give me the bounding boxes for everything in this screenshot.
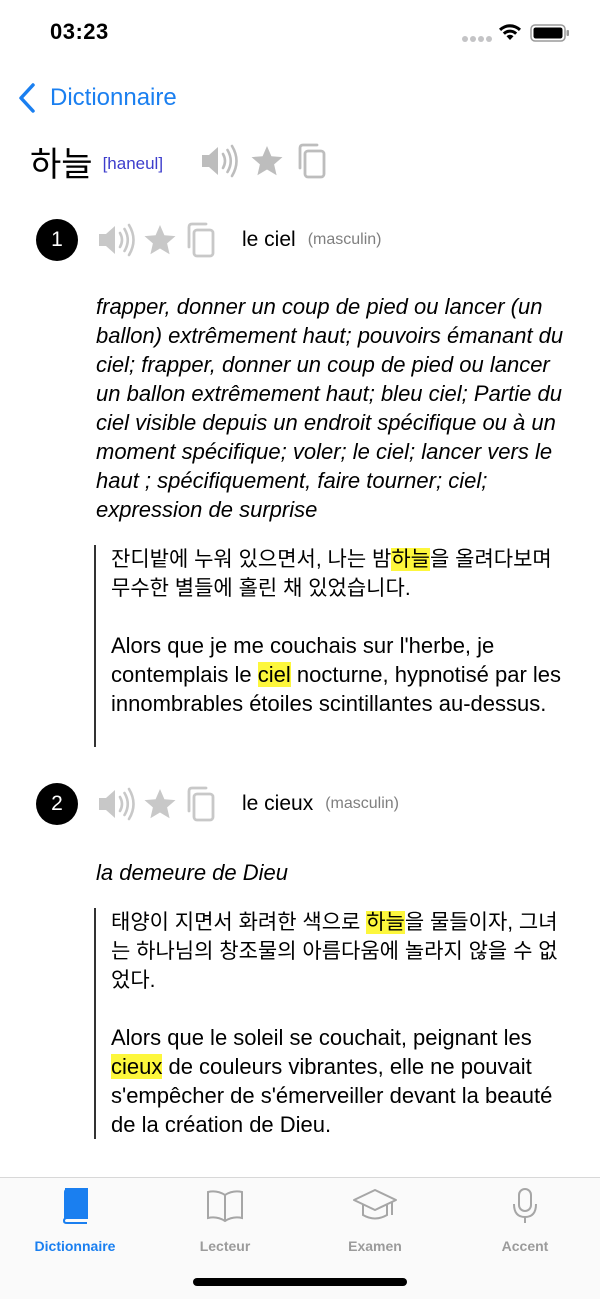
example-text: 태양이 지면서 화려한 색으로 (111, 911, 367, 934)
tab-examen[interactable]: Examen (300, 1186, 450, 1256)
status-bar: 03:23 (0, 0, 600, 66)
definition: la demeure de Dieu (96, 860, 289, 885)
star-icon[interactable] (142, 787, 178, 821)
translation: le ciel (242, 228, 296, 251)
romanization: [haneul] (102, 154, 164, 173)
book-icon (62, 1188, 88, 1224)
tab-dictionnaire[interactable]: Dictionnaire (0, 1186, 150, 1256)
graduation-cap-icon (353, 1189, 397, 1220)
example-text: Alors que le soleil se couchait, peignan… (111, 1025, 532, 1050)
speaker-icon[interactable] (199, 143, 239, 179)
speaker-icon[interactable] (96, 786, 136, 822)
tab-accent[interactable]: Accent (450, 1186, 600, 1256)
highlighted-word: cieux (111, 1054, 163, 1079)
speaker-icon[interactable] (96, 222, 136, 258)
back-button[interactable]: Dictionnaire (16, 78, 177, 118)
tab-lecteur[interactable]: Lecteur (150, 1186, 300, 1256)
example-block: 잔디밭에 누워 있으면서, 나는 밤하늘을 올려다보며 무수한 별들에 홀린 채… (94, 545, 564, 747)
sense-number: 2 (36, 783, 78, 825)
example-korean: 잔디밭에 누워 있으면서, 나는 밤하늘을 올려다보며 무수한 별들에 홀린 채… (111, 545, 564, 603)
definition: frapper, donner un coup de pied ou lance… (96, 294, 564, 522)
example-text: de couleurs vibrantes, elle ne pouvait s… (111, 1054, 553, 1137)
sense-header: 2 le cieux (masculin) (36, 782, 399, 826)
wifi-icon (497, 22, 523, 42)
open-book-icon (207, 1190, 243, 1223)
battery-icon (530, 24, 570, 42)
copy-icon[interactable] (184, 785, 218, 823)
headword-row: 하늘 [haneul] (30, 134, 339, 188)
chevron-left-icon (19, 83, 35, 113)
example-french: Alors que je me couchais sur l'herbe, je… (111, 631, 564, 718)
headword: 하늘 (30, 145, 93, 184)
tab-label: Examen (348, 1238, 402, 1254)
microphone-icon (513, 1188, 537, 1223)
copy-icon[interactable] (295, 142, 329, 180)
tab-label: Accent (501, 1238, 549, 1254)
back-button-label: Dictionnaire (50, 84, 177, 111)
copy-icon[interactable] (184, 221, 218, 259)
highlighted-word: ciel (257, 662, 291, 687)
sense-number: 1 (36, 219, 78, 261)
translation: le cieux (242, 792, 314, 815)
cellular-signal-icon (462, 34, 494, 42)
star-icon[interactable] (249, 144, 285, 178)
example-french: Alors que le soleil se couchait, peignan… (111, 1023, 564, 1139)
gender-label: (masculin) (307, 231, 382, 248)
example-text: 잔디밭에 누워 있으면서, 나는 밤 (111, 548, 392, 571)
gender-label: (masculin) (325, 795, 399, 812)
tab-label: Dictionnaire (34, 1238, 116, 1254)
highlighted-word: 하늘 (366, 911, 405, 934)
star-icon[interactable] (142, 223, 178, 257)
highlighted-word: 하늘 (391, 548, 430, 571)
example-block: 태양이 지면서 화려한 색으로 하늘을 물들이자, 그녀는 하나님의 창조물의 … (94, 908, 564, 1139)
example-korean: 태양이 지면서 화려한 색으로 하늘을 물들이자, 그녀는 하나님의 창조물의 … (111, 908, 564, 995)
home-indicator[interactable] (193, 1278, 407, 1286)
status-time: 03:23 (50, 19, 109, 44)
tab-label: Lecteur (199, 1238, 251, 1254)
sense-header: 1 le ciel (masculin) (36, 218, 382, 262)
